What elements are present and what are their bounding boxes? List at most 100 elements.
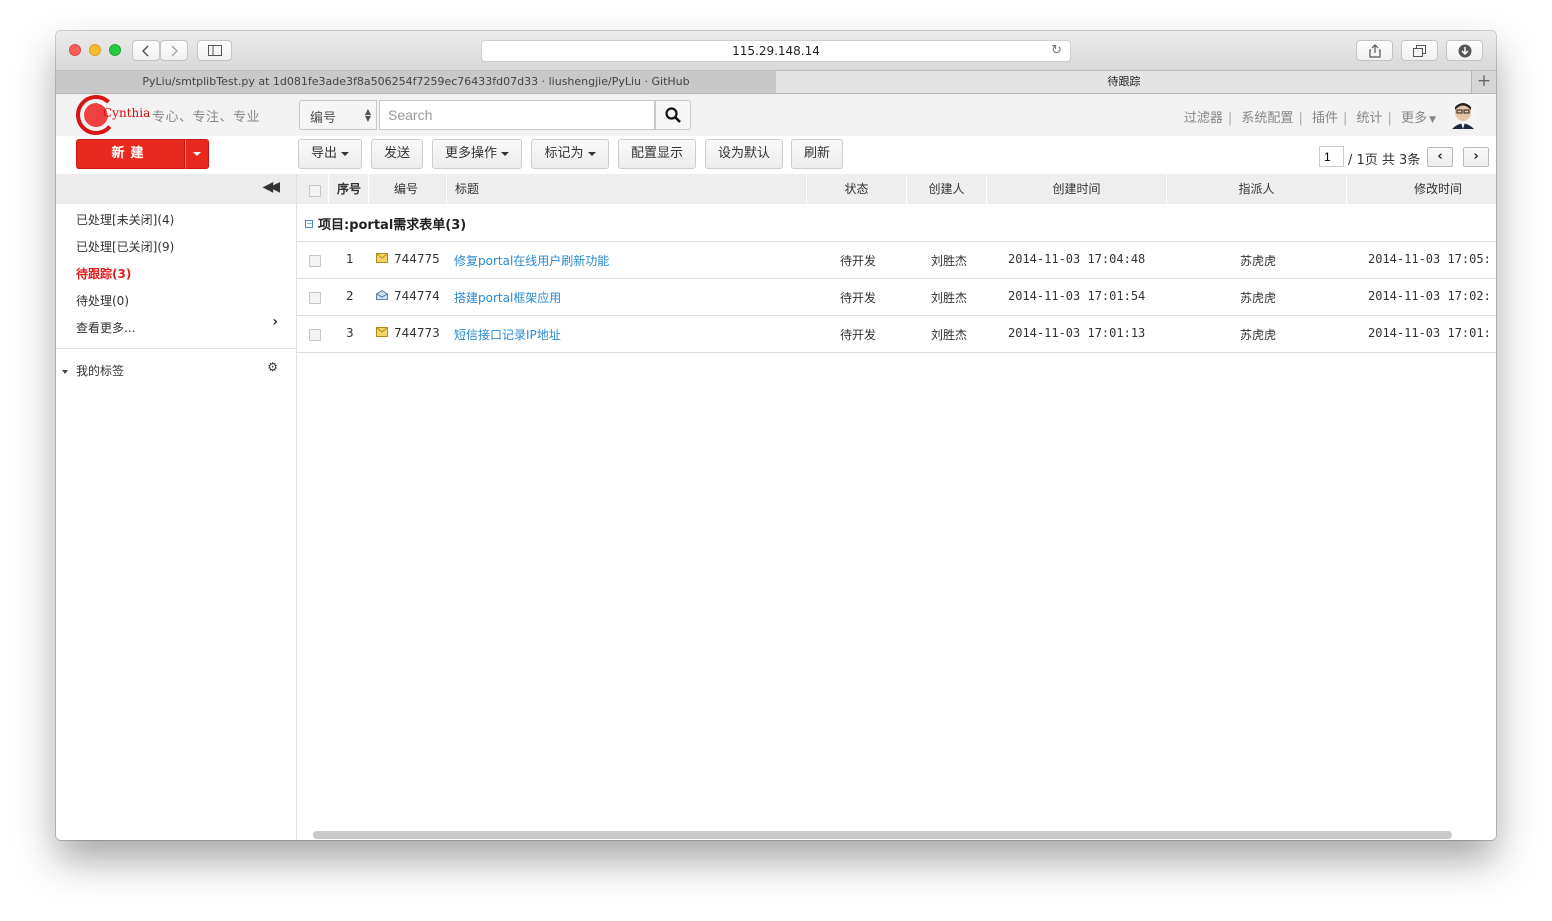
row-assignee: 苏虎虎 <box>1240 291 1277 305</box>
tabs-overview-button[interactable] <box>1401 40 1438 61</box>
table-row[interactable]: 3 744773 短信接口记录IP地址 待开发 刘胜杰 2014-11-03 1… <box>297 315 1496 353</box>
more-operations-button[interactable]: 更多操作 <box>432 139 522 169</box>
send-button[interactable]: 发送 <box>371 139 423 169</box>
search-input[interactable] <box>379 100 655 130</box>
caret-down-icon <box>501 151 509 156</box>
horizontal-scrollbar[interactable] <box>313 831 1452 839</box>
new-button[interactable]: 新建 <box>76 139 185 169</box>
tab-current[interactable]: 待跟踪 <box>776 71 1472 93</box>
row-creator: 刘胜杰 <box>931 291 968 305</box>
col-label: 状态 <box>844 182 869 196</box>
mail-icon <box>376 253 388 263</box>
collapse-group-icon[interactable]: − <box>305 220 313 228</box>
close-window-button[interactable] <box>69 44 81 56</box>
avatar[interactable] <box>1450 101 1476 129</box>
col-header-seq[interactable]: 序号 <box>329 174 369 204</box>
config-display-button[interactable]: 配置显示 <box>618 139 696 169</box>
sidebar-item-processed-closed[interactable]: 已处理[已关闭](9) <box>76 238 174 255</box>
zoom-window-button[interactable] <box>109 44 121 56</box>
back-button[interactable] <box>132 40 160 61</box>
col-header-created[interactable]: 创建时间 <box>987 174 1167 204</box>
export-label: 导出 <box>310 146 337 161</box>
row-title-link[interactable]: 搭建portal框架应用 <box>454 289 561 306</box>
minimize-window-button[interactable] <box>89 44 101 56</box>
row-id: 744774 <box>394 289 440 303</box>
main-grid: 序号 编号 标题 状态 创建人 创建时间 指派人 修改时间 − 项目:porta… <box>297 174 1496 840</box>
app-header: Cynthia 专心、专注、专业 编号 ▲▼ 过滤器| 系统配置| 插件| 统计… <box>56 94 1496 136</box>
search-field-select[interactable]: 编号 ▲ ▼ <box>299 100 377 130</box>
new-dropdown-button[interactable] <box>185 139 209 169</box>
row-seq: 1 <box>346 252 354 266</box>
sidebar-item-processed-open[interactable]: 已处理[未关闭](4) <box>76 211 174 228</box>
tab-label: PyLiu/smtplibTest.py at 1d081fe3ade3f8a5… <box>142 75 690 88</box>
sidebar-item-pending[interactable]: 待处理(0) <box>76 292 129 309</box>
row-checkbox[interactable] <box>309 255 321 267</box>
row-assignee: 苏虎虎 <box>1240 328 1277 342</box>
next-page-button[interactable]: › <box>1463 147 1489 167</box>
tab-github[interactable]: PyLiu/smtplibTest.py at 1d081fe3ade3f8a5… <box>56 71 777 93</box>
caret-down-icon <box>62 369 68 374</box>
forward-button[interactable] <box>160 40 188 61</box>
group-header[interactable]: − 项目:portal需求表单(3) <box>297 204 1496 242</box>
col-header-status[interactable]: 状态 <box>807 174 907 204</box>
page-summary: / 1页 共 3条 <box>1348 153 1421 168</box>
link-more[interactable]: 更多 <box>1401 111 1427 126</box>
new-tab-button[interactable]: + <box>1471 71 1496 93</box>
sidebar-item-view-more[interactable]: 查看更多... <box>76 319 135 336</box>
address-bar[interactable]: 115.29.148.14 ↻ <box>481 40 1071 62</box>
sidebar-item-tracking[interactable]: 待跟踪(3) <box>76 265 131 282</box>
mail-icon <box>376 327 388 337</box>
caret-down-icon <box>193 152 201 156</box>
row-modified: 2014-11-03 17:01: <box>1368 326 1491 340</box>
chevron-right-icon[interactable]: › <box>272 314 278 330</box>
page-number-input[interactable] <box>1319 146 1344 167</box>
export-button[interactable]: 导出 <box>298 139 362 169</box>
link-statistics[interactable]: 统计 <box>1357 111 1383 126</box>
col-header-modified[interactable]: 修改时间 <box>1347 174 1496 204</box>
row-title-link[interactable]: 短信接口记录IP地址 <box>454 326 561 343</box>
prev-page-button[interactable]: ‹ <box>1427 147 1453 167</box>
share-button[interactable] <box>1356 40 1393 61</box>
col-label: 编号 <box>394 182 419 196</box>
link-plugins[interactable]: 插件 <box>1312 111 1338 126</box>
my-tags-toggle[interactable]: 我的标签 <box>62 362 124 379</box>
refresh-button[interactable]: 刷新 <box>791 139 843 169</box>
download-icon <box>1458 44 1471 57</box>
col-label: 修改时间 <box>1413 182 1462 196</box>
collapse-sidebar-icon[interactable]: ◀◀ <box>262 179 279 195</box>
tab-label: 待跟踪 <box>1107 75 1141 88</box>
link-system-config[interactable]: 系统配置 <box>1241 111 1293 126</box>
col-header-id[interactable]: 编号 <box>369 174 447 204</box>
sidebar-toggle-button[interactable] <box>197 40 232 61</box>
caret-down-icon: ▼ <box>1429 115 1436 125</box>
row-checkbox[interactable] <box>309 292 321 304</box>
top-links: 过滤器 | 系统配置 | 插件 | 统计 | 更多 ▼ <box>1183 111 1436 126</box>
row-created: 2014-11-03 17:01:54 <box>1008 289 1146 303</box>
row-checkbox[interactable] <box>309 329 321 341</box>
col-header-title[interactable]: 标题 <box>447 174 807 204</box>
group-label: 项目:portal需求表单(3) <box>318 218 467 233</box>
my-tags-label: 我的标签 <box>76 364 125 378</box>
table-row[interactable]: 1 744775 修复portal在线用户刷新功能 待开发 刘胜杰 2014-1… <box>297 241 1496 279</box>
row-created: 2014-11-03 17:01:13 <box>1008 326 1146 340</box>
share-icon <box>1368 43 1381 58</box>
table-row[interactable]: 2 744774 搭建portal框架应用 待开发 刘胜杰 2014-11-03… <box>297 278 1496 316</box>
reload-icon[interactable]: ↻ <box>1051 41 1062 61</box>
col-label: 序号 <box>337 182 362 196</box>
downloads-button[interactable] <box>1446 40 1483 61</box>
col-header-creator[interactable]: 创建人 <box>907 174 987 204</box>
col-label: 指派人 <box>1238 182 1275 196</box>
chevron-left-icon <box>142 44 149 57</box>
col-header-assignee[interactable]: 指派人 <box>1167 174 1347 204</box>
sidebar-header: ◀◀ <box>56 174 296 204</box>
mark-as-label: 标记为 <box>544 146 584 161</box>
search-button[interactable] <box>655 100 691 130</box>
row-status: 待开发 <box>840 328 877 342</box>
select-all-checkbox[interactable] <box>309 185 321 197</box>
link-filter[interactable]: 过滤器 <box>1184 111 1223 126</box>
row-title-link[interactable]: 修复portal在线用户刷新功能 <box>454 252 609 269</box>
mark-as-button[interactable]: 标记为 <box>531 139 609 169</box>
gear-icon[interactable]: ⚙ <box>267 360 278 374</box>
set-default-button[interactable]: 设为默认 <box>705 139 783 169</box>
url-text: 115.29.148.14 <box>732 44 820 58</box>
